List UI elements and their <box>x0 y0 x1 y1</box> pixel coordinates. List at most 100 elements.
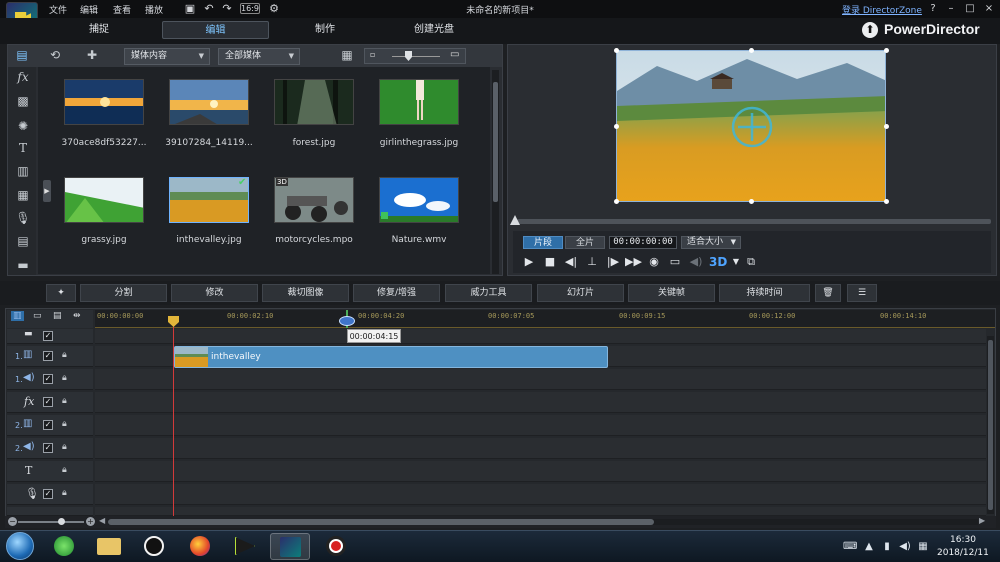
preview-viewport[interactable] <box>616 50 886 202</box>
plugins-icon[interactable]: ✚ <box>82 46 102 64</box>
maximize-button[interactable]: □ <box>963 2 977 15</box>
keyboard-tray-icon[interactable]: ⌨ <box>843 541 857 553</box>
minimize-button[interactable]: – <box>944 2 958 15</box>
aspect-ratio-icon[interactable]: 16:9 <box>240 3 260 14</box>
storyboard-view-icon[interactable]: ▭ <box>33 311 42 321</box>
snapshot-frame-icon[interactable]: ⊥ <box>584 254 600 270</box>
scroll-right-icon[interactable]: ▶ <box>979 516 985 525</box>
title-track-lane[interactable] <box>95 461 986 482</box>
taskbar-app[interactable] <box>225 533 265 560</box>
lock-icon[interactable]: 🔒︎ <box>62 396 67 406</box>
fix-enhance-button[interactable]: 修复/增强 <box>353 284 440 302</box>
resize-handle[interactable] <box>749 199 754 204</box>
hscroll-thumb[interactable] <box>108 519 654 525</box>
volume-icon[interactable]: ◀) <box>688 254 704 270</box>
media-room-icon[interactable]: ▤ <box>12 46 32 64</box>
delete-button[interactable]: 🗑 <box>815 284 841 302</box>
movie-mode-button[interactable]: 全片 <box>565 236 605 249</box>
3d-dropdown-arrow-icon[interactable]: ▼ <box>728 254 744 270</box>
zoom-slider[interactable] <box>18 521 84 523</box>
audio-track-2-lane[interactable] <box>95 438 986 459</box>
media-thumb[interactable] <box>64 177 144 223</box>
power-tools-button[interactable]: 威力工具 <box>445 284 532 302</box>
zoom-knob[interactable] <box>58 518 65 525</box>
media-content-dropdown[interactable]: 媒体内容 <box>124 48 210 65</box>
media-thumb[interactable] <box>169 79 249 125</box>
menu-file[interactable]: 文件 <box>49 3 67 16</box>
master-lane[interactable] <box>95 329 986 344</box>
split-button[interactable]: 分割 <box>80 284 167 302</box>
tab-edit[interactable]: 编辑 <box>162 21 269 39</box>
taskbar-app[interactable] <box>134 533 174 560</box>
scroll-left-icon[interactable]: ◀ <box>99 516 105 525</box>
taskbar-app-powerdirector[interactable] <box>270 533 310 560</box>
music-track-lane[interactable] <box>95 507 986 516</box>
resize-handle[interactable] <box>614 124 619 129</box>
menu-play[interactable]: 播放 <box>145 3 163 16</box>
crop-image-button[interactable]: 裁切图像 <box>262 284 349 302</box>
lock-icon[interactable]: 🔒︎ <box>62 442 67 452</box>
tab-capture[interactable]: 捕捉 <box>70 21 128 39</box>
grid-view-icon[interactable]: ▦ <box>337 46 357 64</box>
resize-handle[interactable] <box>884 48 889 53</box>
timeline-view-icon[interactable]: ▥ <box>11 311 24 321</box>
taskbar-app[interactable] <box>89 533 129 560</box>
media-thumb[interactable] <box>274 79 354 125</box>
more-features-button[interactable]: ☰ <box>847 284 877 302</box>
timeline-cursor-grip[interactable] <box>339 316 355 326</box>
resize-handle[interactable] <box>884 199 889 204</box>
preview-scrub-bar[interactable] <box>517 219 991 224</box>
settings-icon[interactable]: ⚙ <box>267 2 281 15</box>
redo-icon[interactable]: ↷ <box>220 2 234 15</box>
track-enable-checkbox[interactable]: ✓ <box>43 351 53 361</box>
help-button[interactable]: ? <box>926 2 940 15</box>
timecode-display[interactable]: 00:00:00:00 <box>609 236 677 249</box>
tab-create-disc[interactable]: 创建光盘 <box>405 21 463 39</box>
pip-room-icon[interactable]: ▩ <box>13 92 33 110</box>
fit-size-dropdown[interactable]: 适合大小 <box>681 236 741 249</box>
fast-forward-icon[interactable]: ▶▶ <box>625 254 642 270</box>
login-directorzone-link[interactable]: 登录 DirectorZone <box>842 3 922 16</box>
audio-track-1-lane[interactable] <box>95 369 986 390</box>
clip-mode-button[interactable]: 片段 <box>523 236 563 249</box>
transition-room-icon[interactable]: ▥ <box>13 162 33 180</box>
track-enable-checkbox[interactable]: ✓ <box>43 420 53 430</box>
subtitle-room-icon[interactable]: ▬ <box>13 256 33 274</box>
track-enable-checkbox[interactable]: ✓ <box>43 374 53 384</box>
timeline-vscroll-thumb[interactable] <box>988 340 993 510</box>
resize-handle[interactable] <box>614 48 619 53</box>
upload-icon[interactable]: ⬆ <box>862 22 878 38</box>
title-room-icon[interactable]: T <box>13 139 33 157</box>
save-icon[interactable]: ▣ <box>183 2 197 15</box>
lock-icon[interactable]: 🔒︎ <box>62 373 67 383</box>
network-tray-icon[interactable]: ▦ <box>917 541 929 553</box>
media-thumb[interactable] <box>64 79 144 125</box>
menu-edit[interactable]: 编辑 <box>80 3 98 16</box>
slideshow-button[interactable]: 幻灯片 <box>537 284 624 302</box>
modify-button[interactable]: 修改 <box>171 284 258 302</box>
effects-room-icon[interactable]: fx <box>13 68 33 86</box>
keyframe-button[interactable]: 关键帧 <box>628 284 715 302</box>
scrub-head[interactable] <box>510 215 520 225</box>
track-enable-checkbox[interactable]: ✓ <box>43 397 53 407</box>
track-enable-checkbox[interactable]: ✓ <box>43 489 53 499</box>
external-display-icon[interactable]: ▭ <box>667 254 683 270</box>
import-media-icon[interactable]: ⟲ <box>45 46 65 64</box>
play-icon[interactable]: ▶ <box>521 254 537 270</box>
magic-tools-button[interactable]: ✦ <box>46 284 76 302</box>
undo-icon[interactable]: ↶ <box>202 2 216 15</box>
track-enable-checkbox[interactable]: ✓ <box>43 331 53 341</box>
media-thumb[interactable] <box>379 177 459 223</box>
camera-snapshot-icon[interactable]: ◉ <box>646 254 662 270</box>
resize-handle[interactable] <box>614 199 619 204</box>
clock-time[interactable]: 16:30 <box>950 535 976 545</box>
media-thumb[interactable] <box>379 79 459 125</box>
taskbar-app[interactable] <box>44 533 84 560</box>
taskbar-app[interactable] <box>316 533 356 560</box>
library-scroll-thumb[interactable] <box>493 82 498 202</box>
close-button[interactable]: × <box>982 2 996 15</box>
prev-frame-icon[interactable]: ◀| <box>563 254 579 270</box>
3d-mode-toggle[interactable]: 3D <box>709 254 727 270</box>
start-button[interactable] <box>6 532 34 560</box>
lock-icon[interactable]: 🔒︎ <box>62 488 67 498</box>
